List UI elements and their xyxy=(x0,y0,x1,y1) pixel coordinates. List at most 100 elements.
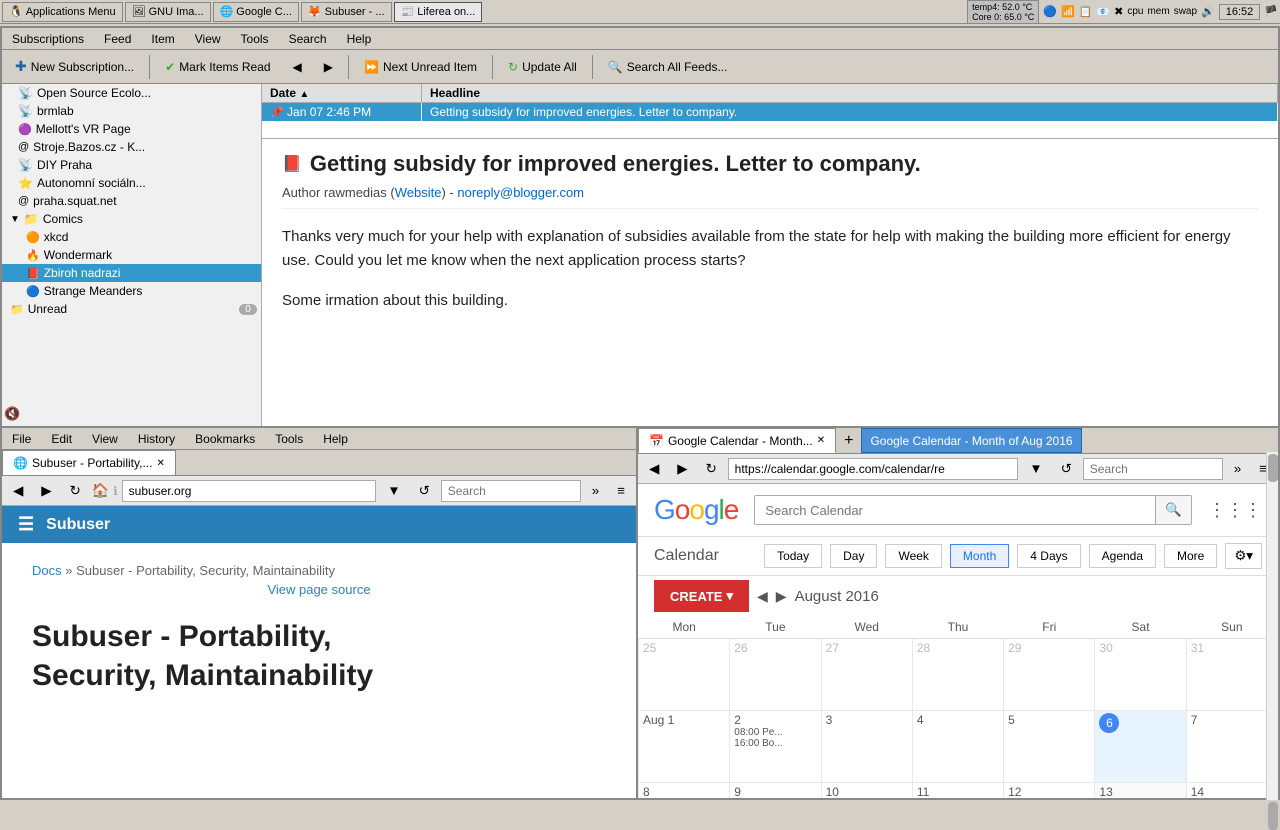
day-cell-aug7[interactable]: 7 xyxy=(1186,711,1277,783)
search-bar[interactable] xyxy=(441,480,581,502)
menu-edit[interactable]: Edit xyxy=(41,430,82,448)
day-cell-aug1[interactable]: Aug 1 xyxy=(639,711,730,783)
search-calendar-btn[interactable]: 🔍 xyxy=(1155,496,1191,524)
sidebar-item-open-source-ecolo[interactable]: 📡 Open Source Ecolo... xyxy=(2,84,261,102)
gcal-search-bar[interactable] xyxy=(1083,458,1223,480)
month-btn[interactable]: Month xyxy=(950,544,1009,568)
menu-subscriptions[interactable]: Subscriptions xyxy=(2,30,94,48)
sidebar-item-zbiroh-nadrazi[interactable]: 📕 Zbiroh nadrazi xyxy=(2,264,261,282)
sidebar-item-comics-folder[interactable]: ▼ 📁 Comics xyxy=(2,210,261,228)
menu-button[interactable]: ≡ xyxy=(610,480,632,501)
subuser-tab-close[interactable]: ✕ xyxy=(156,458,164,469)
menu-tools[interactable]: Tools xyxy=(231,30,279,48)
sidebar-item-wondermark[interactable]: 🔥 Wondermark xyxy=(2,246,261,264)
day-cell-27[interactable]: 27 xyxy=(821,639,912,711)
forward-btn[interactable]: ▶ xyxy=(315,56,342,78)
liferea-btn[interactable]: 📰 Liferea on... xyxy=(394,2,483,22)
day-cell-29[interactable]: 29 xyxy=(1004,639,1095,711)
menu-item[interactable]: Item xyxy=(141,30,184,48)
menu-search[interactable]: Search xyxy=(279,30,337,48)
sidebar-item-praha-squat[interactable]: @ praha.squat.net xyxy=(2,192,261,210)
sidebar-item-autonomni[interactable]: ⭐ Autonomní sociáln... xyxy=(2,174,261,192)
back-button[interactable]: ◀ xyxy=(6,480,30,502)
gcal-back-btn[interactable]: ◀ xyxy=(642,458,666,480)
menu-feed[interactable]: Feed xyxy=(94,30,141,48)
day-cell-aug4[interactable]: 4 xyxy=(912,711,1003,783)
day-cell-aug6[interactable]: 6 xyxy=(1095,711,1186,783)
menu-tools[interactable]: Tools xyxy=(265,430,313,448)
gcal-extend-btn[interactable]: » xyxy=(1227,458,1248,479)
day-cell-9[interactable]: 9 16:00 Fils... xyxy=(730,783,821,799)
day-cell-28[interactable]: 28 xyxy=(912,639,1003,711)
sidebar-item-diy-praha[interactable]: 📡 DIY Praha xyxy=(2,156,261,174)
next-month-btn[interactable]: ▶ xyxy=(776,588,787,605)
day-cell-30[interactable]: 30 xyxy=(1095,639,1186,711)
refresh-button[interactable]: ↻ xyxy=(63,480,88,502)
speaker-icon[interactable]: 🔇 xyxy=(4,402,20,426)
menu-help[interactable]: Help xyxy=(313,430,358,448)
menu-help[interactable]: Help xyxy=(337,30,382,48)
subuser-btn[interactable]: 🦊 Subuser - ... xyxy=(301,2,392,22)
search-feeds-btn[interactable]: 🔍 Search All Feeds... xyxy=(599,56,737,78)
reload-button[interactable]: ↺ xyxy=(412,480,437,502)
gcal-reload-btn-2[interactable]: ↺ xyxy=(1054,458,1079,480)
gnu-ima-btn[interactable]: 🖼 GNU Ima... xyxy=(125,2,211,22)
day-cell-10[interactable]: 10 08:00 Pe... xyxy=(821,783,912,799)
day-cell-8[interactable]: 8 xyxy=(639,783,730,799)
article-row[interactable]: 📌 Jan 07 2:46 PM Getting subsidy for imp… xyxy=(262,103,1278,121)
day-cell-12[interactable]: 12 xyxy=(1004,783,1095,799)
agenda-btn[interactable]: Agenda xyxy=(1089,544,1156,568)
day-cell-31[interactable]: 31 xyxy=(1186,639,1277,711)
day-cell-aug2[interactable]: 2 08:00 Pe... 16:00 Bo... xyxy=(730,711,821,783)
sidebar-item-mellotts-vr[interactable]: 🟣 Mellott's VR Page xyxy=(2,120,261,138)
sidebar-item-xkcd[interactable]: 🟠 xkcd xyxy=(2,228,261,246)
menu-file[interactable]: File xyxy=(2,430,41,448)
create-btn[interactable]: CREATE ▾ xyxy=(654,580,749,612)
day-cell-25[interactable]: 25 xyxy=(639,639,730,711)
gcal-tab[interactable]: 📅 Google Calendar - Month... ✕ xyxy=(638,428,836,453)
new-subscription-btn[interactable]: ✚ New Subscription... xyxy=(6,54,143,79)
gcal-url-bar[interactable] xyxy=(728,458,1019,480)
update-all-btn[interactable]: ↻ Update All xyxy=(499,56,586,78)
menu-view[interactable]: View xyxy=(82,430,128,448)
today-btn[interactable]: Today xyxy=(764,544,822,568)
day-cell-26[interactable]: 26 xyxy=(730,639,821,711)
gcal-tab-close[interactable]: ✕ xyxy=(817,435,825,446)
breadcrumb-docs-link[interactable]: Docs xyxy=(32,563,62,578)
apps-grid-icon[interactable]: ⋮⋮⋮ xyxy=(1208,500,1262,521)
forward-button[interactable]: ▶ xyxy=(34,480,58,502)
article-website-link[interactable]: Website xyxy=(395,185,442,200)
view-source-link[interactable]: View page source xyxy=(32,582,606,597)
back-btn[interactable]: ◀ xyxy=(284,56,311,78)
gcal-forward-btn[interactable]: ▶ xyxy=(670,458,694,480)
next-unread-btn[interactable]: ⏩ Next Unread Item xyxy=(355,56,486,78)
day-btn[interactable]: Day xyxy=(830,544,877,568)
search-calendar-input[interactable] xyxy=(755,496,1155,524)
day-cell-aug5[interactable]: 5 xyxy=(1004,711,1095,783)
applications-menu-btn[interactable]: 🐧 Applications Menu xyxy=(2,2,123,22)
gcal-scrollbar[interactable] xyxy=(1266,452,1278,800)
sidebar-item-strange-meanders[interactable]: 🔵 Strange Meanders xyxy=(2,282,261,300)
search-extend-btn[interactable]: » xyxy=(585,480,606,501)
day-cell-14[interactable]: 14 Prague I... xyxy=(1186,783,1277,799)
menu-bookmarks[interactable]: Bookmarks xyxy=(185,430,265,448)
sidebar-item-brmlab[interactable]: 📡 brmlab xyxy=(2,102,261,120)
menu-history[interactable]: History xyxy=(128,430,185,448)
prev-month-btn[interactable]: ◀ xyxy=(757,588,768,605)
subuser-tab[interactable]: 🌐 Subuser - Portability,... ✕ xyxy=(2,450,176,475)
google-c-btn[interactable]: 🌐 Google C... xyxy=(213,2,299,22)
sidebar-item-unread[interactable]: 📁 Unread 0 xyxy=(2,300,261,318)
hamburger-icon[interactable]: ☰ xyxy=(18,514,34,535)
gcal-reload-btn[interactable]: ↻ xyxy=(699,458,724,480)
week-btn[interactable]: Week xyxy=(885,544,941,568)
settings-btn[interactable]: ⚙▾ xyxy=(1225,543,1262,569)
article-email-link[interactable]: noreply@blogger.com xyxy=(457,185,584,200)
day-cell-13[interactable]: 13 henn... xyxy=(1095,783,1186,799)
url-bar[interactable] xyxy=(122,480,377,502)
dropdown-arrow[interactable]: ▼ xyxy=(380,480,407,501)
day-cell-aug3[interactable]: 3 xyxy=(821,711,912,783)
day-cell-11[interactable]: 11 xyxy=(912,783,1003,799)
sidebar-item-stroje-bazos[interactable]: @ Stroje.Bazos.cz - K... xyxy=(2,138,261,156)
search-calendar-bar[interactable]: 🔍 xyxy=(754,495,1192,525)
mark-items-read-btn[interactable]: ✔ Mark Items Read xyxy=(156,56,279,78)
